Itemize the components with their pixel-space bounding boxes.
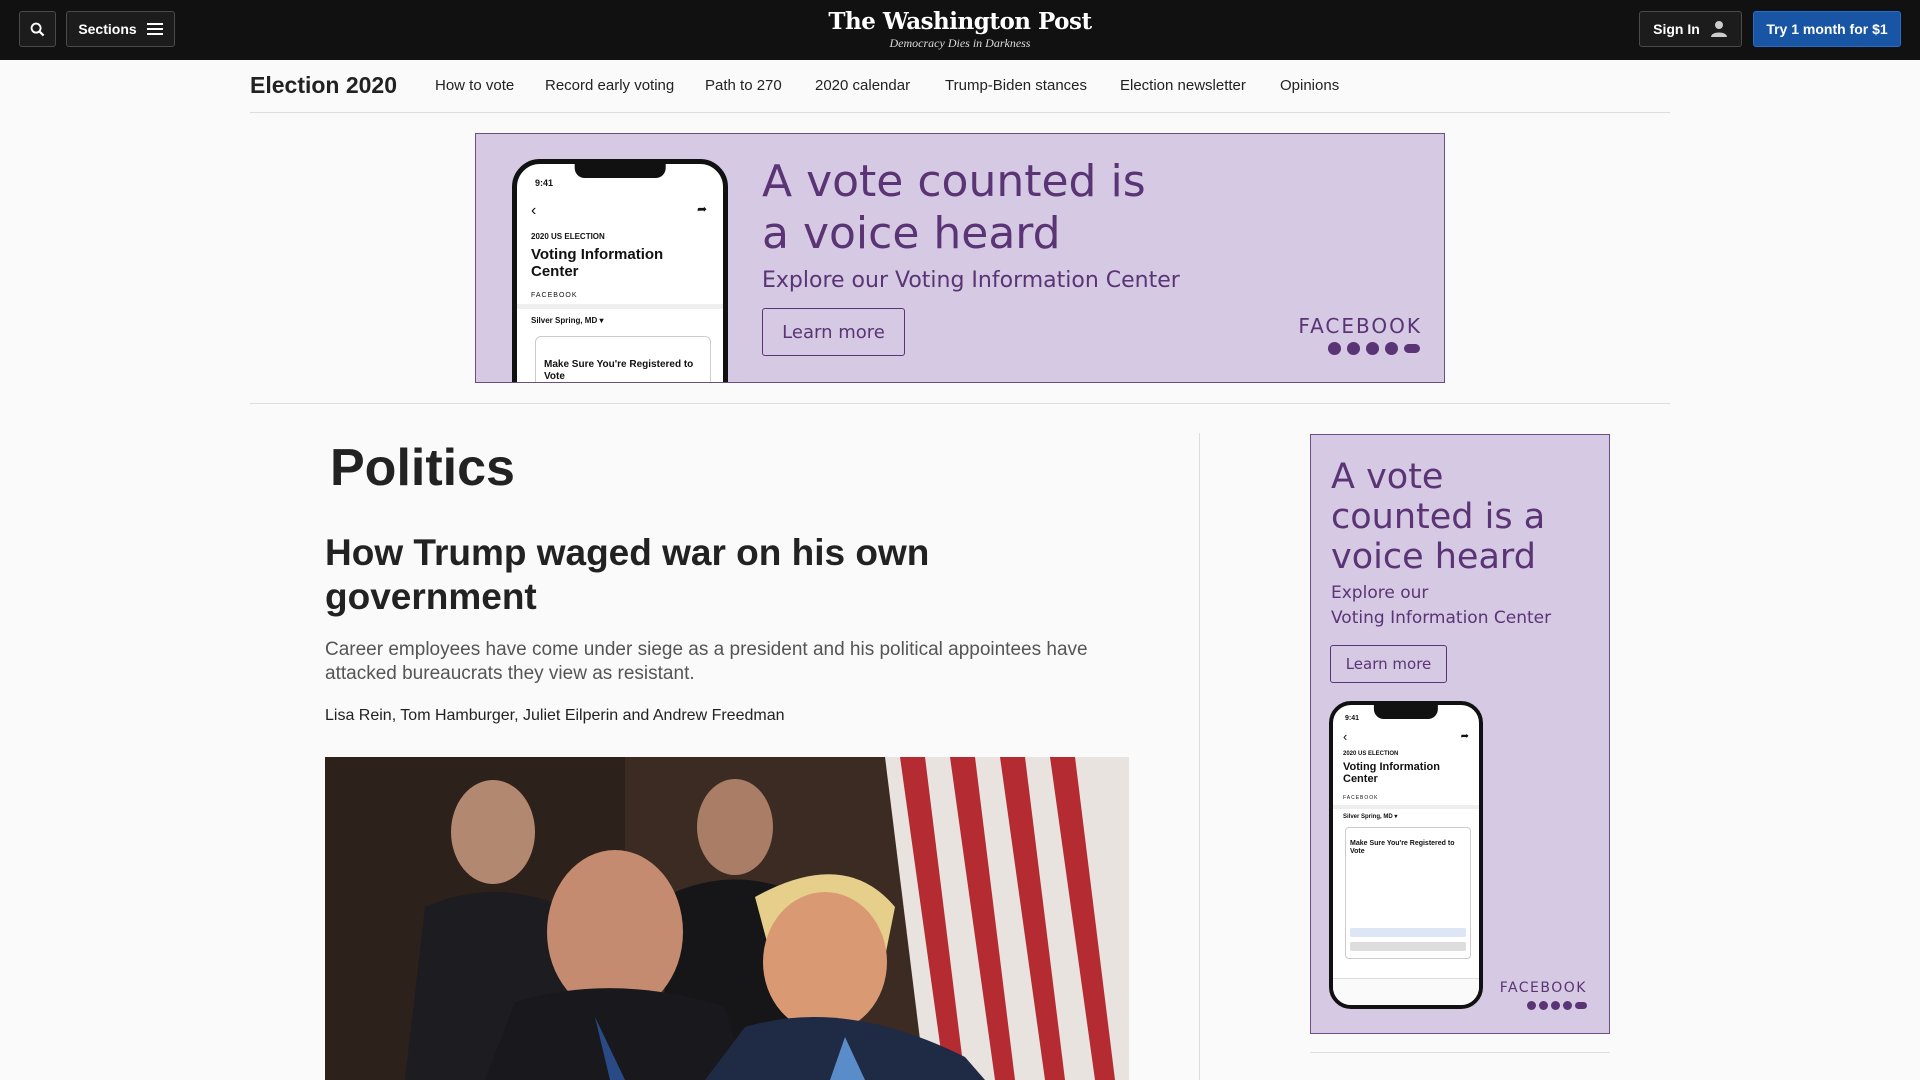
article-photo[interactable] xyxy=(325,757,1129,1080)
ad-headline: A vote counted is a voice heard xyxy=(762,156,1146,259)
side-ad-subtitle: Explore our Voting Information Center xyxy=(1331,581,1551,631)
sections-label: Sections xyxy=(78,21,137,37)
subscribe-button[interactable]: Try 1 month for $1 xyxy=(1753,11,1901,47)
nav-link-election-newsletter[interactable]: Election newsletter xyxy=(1120,77,1246,94)
phone-title: Voting Information Center xyxy=(1343,761,1440,785)
phone-card: Make Sure You're Registered to Vote xyxy=(1345,827,1471,959)
sidebar-divider xyxy=(1310,1052,1610,1053)
instagram-icon xyxy=(1366,342,1379,355)
nav-link-how-to-vote[interactable]: How to vote xyxy=(435,77,514,94)
phone-brand: FACEBOOK xyxy=(531,292,578,299)
phone-divider xyxy=(1333,805,1479,809)
ad-social-icons xyxy=(1328,342,1420,355)
hamburger-icon xyxy=(146,23,163,35)
share-icon: ➦ xyxy=(1460,731,1469,742)
phone-notch xyxy=(1373,705,1439,719)
whatsapp-icon xyxy=(1385,342,1398,355)
user-icon xyxy=(1710,21,1727,37)
back-arrow-icon: ‹ xyxy=(1343,729,1348,744)
phone-brand: FACEBOOK xyxy=(1343,795,1379,801)
phone-card: Make Sure You're Registered to Vote xyxy=(535,336,711,382)
ad-brand: FACEBOOK xyxy=(1298,314,1422,338)
article-dek: Career employees have come under siege a… xyxy=(325,639,1088,684)
side-ad-social-icons xyxy=(1527,1001,1587,1010)
divider xyxy=(250,403,1670,404)
sidebar-ad[interactable]: A vote counted is a voice heard Explore … xyxy=(1310,434,1610,1034)
side-ad-brand: FACEBOOK xyxy=(1499,980,1587,996)
site-logo[interactable]: The Washington Post Democracy Dies in Da… xyxy=(820,8,1100,50)
instagram-icon xyxy=(1551,1001,1560,1010)
side-ad-subtitle-line2: Voting Information Center xyxy=(1331,608,1552,628)
nav-link-path-to-270[interactable]: Path to 270 xyxy=(705,77,782,94)
phone-election-label: 2020 US ELECTION xyxy=(531,232,605,241)
search-icon xyxy=(30,22,45,36)
sign-in-button[interactable]: Sign In xyxy=(1639,11,1742,47)
top-bar: Sections The Washington Post Democracy D… xyxy=(0,0,1920,60)
banner-ad[interactable]: 9:41 ‹ ➦ 2020 US ELECTION Voting Informa… xyxy=(475,133,1445,383)
article-byline: Lisa Rein, Tom Hamburger, Juliet Eilperi… xyxy=(325,707,785,724)
phone-location: Silver Spring, MD ▾ xyxy=(531,316,604,325)
messenger-icon xyxy=(1539,1001,1548,1010)
logo-wordmark: The Washington Post xyxy=(828,8,1092,35)
ad-subtitle: Explore our Voting Information Center xyxy=(762,268,1180,293)
side-ad-subtitle-line1: Explore our xyxy=(1331,583,1429,603)
search-button[interactable] xyxy=(19,11,56,47)
side-ad-phone-image: 9:41 ‹ ➦ 2020 US ELECTION Voting Informa… xyxy=(1329,701,1483,1009)
nav-link-opinions[interactable]: Opinions xyxy=(1280,77,1339,94)
election-nav: Election 2020 How to vote Record early v… xyxy=(250,60,1670,113)
phone-time: 9:41 xyxy=(535,178,554,188)
nav-link-record-early-voting[interactable]: Record early voting xyxy=(545,77,674,94)
section-title[interactable]: Politics xyxy=(330,438,515,498)
oculus-icon xyxy=(1575,1002,1587,1009)
sign-in-label: Sign In xyxy=(1653,21,1700,37)
ad-phone-image: 9:41 ‹ ➦ 2020 US ELECTION Voting Informa… xyxy=(512,159,728,382)
side-ad-learn-more-button[interactable]: Learn more xyxy=(1330,645,1447,683)
phone-card-title: Make Sure You're Registered to Vote xyxy=(544,359,694,382)
facebook-icon xyxy=(1527,1001,1536,1010)
nav-title[interactable]: Election 2020 xyxy=(250,72,397,99)
oculus-icon xyxy=(1404,344,1420,353)
phone-location: Silver Spring, MD ▾ xyxy=(1343,814,1398,820)
phone-register-button xyxy=(1350,928,1466,937)
phone-election-label: 2020 US ELECTION xyxy=(1343,751,1399,757)
ad-learn-more-button[interactable]: Learn more xyxy=(762,308,905,356)
article-headline[interactable]: How Trump waged war on his own governmen… xyxy=(325,531,985,619)
nav-link-2020-calendar[interactable]: 2020 calendar xyxy=(815,77,910,94)
phone-check-button xyxy=(1350,942,1466,951)
back-arrow-icon: ‹ xyxy=(531,202,537,219)
share-icon: ➦ xyxy=(696,202,707,216)
flag-illustration xyxy=(885,757,1129,1080)
side-ad-headline: A vote counted is a voice heard xyxy=(1331,457,1546,577)
facebook-icon xyxy=(1328,342,1341,355)
sections-button[interactable]: Sections xyxy=(66,11,175,47)
phone-time: 9:41 xyxy=(1345,715,1360,722)
photo-illustration xyxy=(325,757,1129,1080)
whatsapp-icon xyxy=(1563,1001,1572,1010)
messenger-icon xyxy=(1347,342,1360,355)
phone-divider xyxy=(517,304,723,309)
logo-tagline: Democracy Dies in Darkness xyxy=(889,36,1031,50)
phone-tab-bar xyxy=(1333,978,1479,1005)
phone-card-title: Make Sure You're Registered to Vote xyxy=(1350,840,1455,855)
column-divider xyxy=(1199,433,1200,1080)
phone-title: Voting Information Center xyxy=(531,246,664,280)
phone-notch xyxy=(574,164,666,178)
nav-link-trump-biden-stances[interactable]: Trump-Biden stances xyxy=(945,77,1087,94)
